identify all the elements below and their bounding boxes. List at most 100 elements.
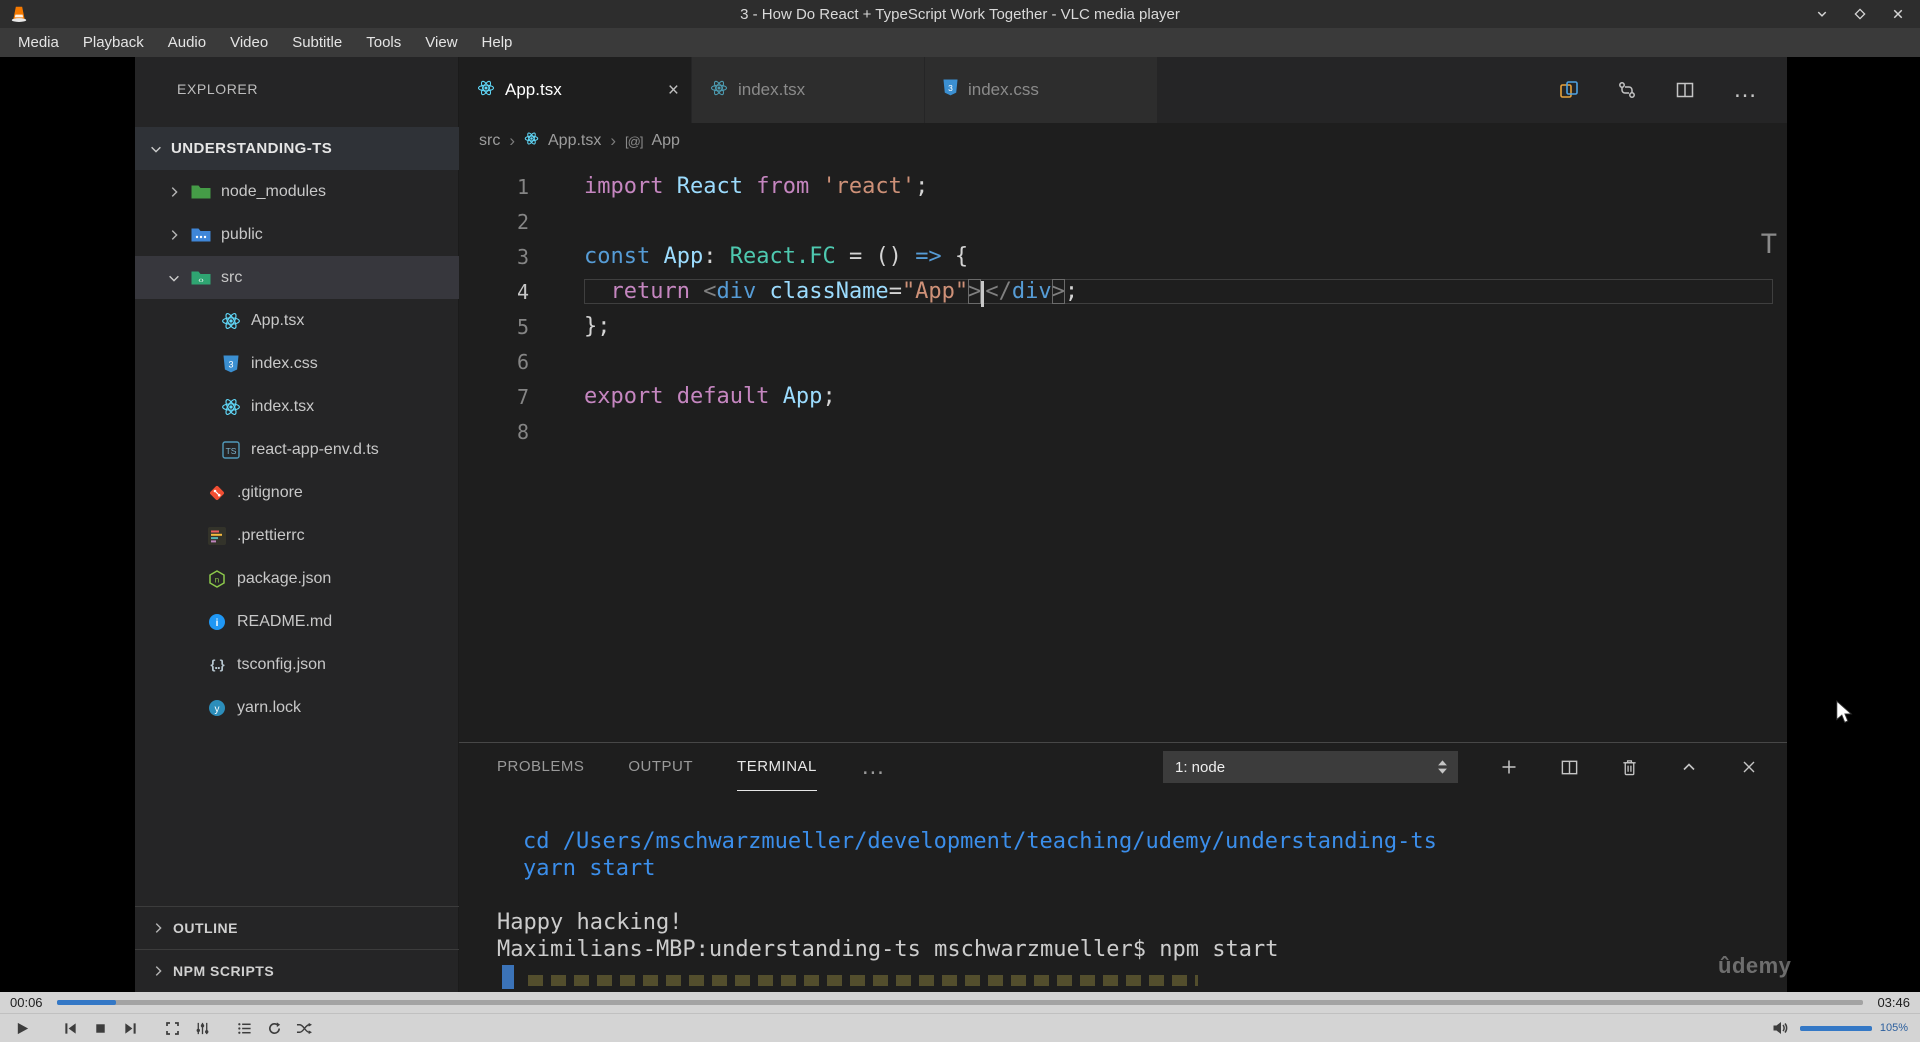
breadcrumb-symbol[interactable]: App xyxy=(651,132,679,150)
vlc-window: 3 - How Do React + TypeScript Work Toget… xyxy=(0,0,1920,1042)
playlist-button[interactable] xyxy=(232,1016,256,1040)
shuffle-button[interactable] xyxy=(292,1016,316,1040)
volume-controls: 105% xyxy=(1768,1016,1920,1040)
tab-app-tsx[interactable]: App.tsx × xyxy=(459,57,692,123)
tree-item-index-css[interactable]: 3 index.css xyxy=(135,342,459,385)
tree-root-understanding-ts[interactable]: UNDERSTANDING-TS xyxy=(135,127,459,170)
code-line-7: 7 export default App; xyxy=(459,379,1787,414)
maximize-panel-button[interactable] xyxy=(1680,758,1698,776)
tree-root-label: UNDERSTANDING-TS xyxy=(171,140,333,157)
tree-item-app-tsx[interactable]: App.tsx xyxy=(135,299,459,342)
split-terminal-button[interactable] xyxy=(1560,758,1579,777)
tab-index-tsx[interactable]: index.tsx xyxy=(692,57,925,123)
svg-text:y: y xyxy=(215,704,220,715)
tree-item-public[interactable]: public xyxy=(135,213,459,256)
split-editor-button[interactable] xyxy=(1675,80,1695,100)
chevron-down-icon xyxy=(147,142,165,156)
line-number: 3 xyxy=(516,244,529,269)
panel-tab-output[interactable]: OUTPUT xyxy=(628,743,693,791)
chevron-right-icon xyxy=(165,228,183,242)
section-npm-scripts[interactable]: NPM SCRIPTS xyxy=(135,949,459,992)
breadcrumb-src[interactable]: src xyxy=(479,132,500,150)
terminal-cursor-row xyxy=(497,963,1767,990)
svg-text:n: n xyxy=(215,575,219,584)
chevron-right-icon: › xyxy=(509,131,515,150)
tree-item-label: react-app-env.d.ts xyxy=(251,440,379,458)
volume-percent-label: 105% xyxy=(1879,1022,1908,1034)
more-actions-button[interactable]: … xyxy=(1733,78,1759,101)
play-button[interactable] xyxy=(10,1016,34,1040)
terminal-selector-dropdown[interactable]: 1: node xyxy=(1163,751,1458,783)
stop-button[interactable] xyxy=(88,1016,112,1040)
folder-src-icon: ‹› xyxy=(189,270,213,286)
tree-item-label: tsconfig.json xyxy=(237,655,326,673)
tree-item-src[interactable]: ‹› src xyxy=(135,256,459,299)
menu-playback[interactable]: Playback xyxy=(71,28,156,57)
code-editor[interactable]: 1 import React from 'react'; 2 3 const A… xyxy=(459,159,1787,742)
react-icon xyxy=(477,79,495,102)
tab-bar: App.tsx × index.tsx 3 index.css … xyxy=(459,57,1787,123)
code-line-1: 1 import React from 'react'; xyxy=(459,169,1787,204)
tree-item-label: public xyxy=(221,225,263,243)
volume-slider[interactable] xyxy=(1799,1025,1872,1031)
panel-tab-terminal[interactable]: TERMINAL xyxy=(737,743,817,791)
menu-tools[interactable]: Tools xyxy=(354,28,413,57)
tab-close-button[interactable]: × xyxy=(668,81,679,100)
terminal-line: Happy hacking! xyxy=(497,910,683,935)
section-label: NPM SCRIPTS xyxy=(173,963,275,979)
panel-tab-problems[interactable]: PROBLEMS xyxy=(497,743,584,791)
new-terminal-button[interactable] xyxy=(1500,758,1518,776)
seek-bar-row: 00:06 03:46 xyxy=(0,992,1920,1013)
prettier-icon xyxy=(205,526,229,545)
tree-item-gitignore[interactable]: .gitignore xyxy=(135,471,459,514)
git-compare-button[interactable] xyxy=(1617,80,1637,100)
window-controls xyxy=(1814,0,1906,28)
kill-terminal-button[interactable] xyxy=(1621,758,1638,777)
tree-item-label: node_modules xyxy=(221,182,326,200)
tree-item-react-app-env[interactable]: TS react-app-env.d.ts xyxy=(135,428,459,471)
panel-actions: 1: node xyxy=(1163,751,1787,783)
breadcrumb-file[interactable]: App.tsx xyxy=(548,132,601,150)
tree-item-index-tsx[interactable]: index.tsx xyxy=(135,385,459,428)
loop-button[interactable] xyxy=(262,1016,286,1040)
svg-text:‹›: ‹› xyxy=(198,275,204,284)
react-icon xyxy=(219,397,243,417)
menu-video[interactable]: Video xyxy=(218,28,280,57)
close-button[interactable] xyxy=(1890,6,1906,22)
tree-item-tsconfig[interactable]: {..} tsconfig.json xyxy=(135,643,459,686)
menu-view[interactable]: View xyxy=(413,28,469,57)
open-changes-button[interactable] xyxy=(1559,80,1579,100)
video-area[interactable]: EXPLORER UNDERSTANDING-TS node_modules p… xyxy=(0,57,1920,992)
line-number: 6 xyxy=(516,349,529,374)
breadcrumb: src › App.tsx › [@] App xyxy=(459,123,1787,159)
extended-settings-button[interactable] xyxy=(190,1016,214,1040)
menu-subtitle[interactable]: Subtitle xyxy=(280,28,354,57)
tree-item-readme[interactable]: i README.md xyxy=(135,600,459,643)
panel-more-button[interactable]: … xyxy=(861,755,887,778)
menu-audio[interactable]: Audio xyxy=(156,28,218,57)
close-panel-button[interactable] xyxy=(1740,758,1758,776)
fullscreen-button[interactable] xyxy=(160,1016,184,1040)
terminal-output[interactable]: cd /Users/mschwarzmueller/development/te… xyxy=(497,791,1767,992)
bottom-panel: PROBLEMS OUTPUT TERMINAL … 1: node cd /U… xyxy=(459,742,1787,992)
menu-help[interactable]: Help xyxy=(470,28,525,57)
next-button[interactable] xyxy=(118,1016,142,1040)
minimize-button[interactable] xyxy=(1814,6,1830,22)
tree-item-prettierrc[interactable]: .prettierrc xyxy=(135,514,459,557)
tree-item-label: README.md xyxy=(237,612,333,630)
tree-item-node-modules[interactable]: node_modules xyxy=(135,170,459,213)
tree-item-yarn-lock[interactable]: y yarn.lock xyxy=(135,686,459,729)
section-outline[interactable]: OUTLINE xyxy=(135,906,459,949)
seek-slider[interactable] xyxy=(56,1000,1864,1005)
tab-index-css[interactable]: 3 index.css xyxy=(925,57,1158,123)
maximize-button[interactable] xyxy=(1852,6,1868,22)
code-line-6: 6 xyxy=(459,344,1787,379)
chevron-right-icon: › xyxy=(610,131,617,150)
speaker-icon[interactable] xyxy=(1768,1016,1792,1040)
menu-media[interactable]: Media xyxy=(6,28,71,57)
previous-button[interactable] xyxy=(58,1016,82,1040)
tree-item-package-json[interactable]: n package.json xyxy=(135,557,459,600)
info-icon: i xyxy=(205,613,229,631)
line-number: 5 xyxy=(516,314,529,339)
line-number: 1 xyxy=(516,174,529,199)
